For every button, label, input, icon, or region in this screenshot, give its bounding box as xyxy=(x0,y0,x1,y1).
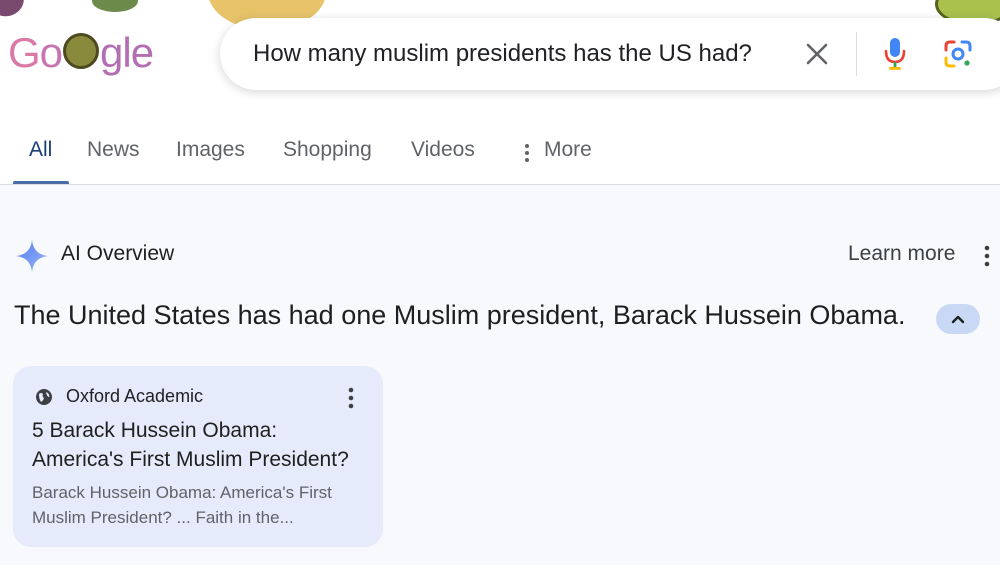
tab-videos[interactable]: Videos xyxy=(411,138,475,162)
source-title[interactable]: 5 Barack Hussein Obama: America's First … xyxy=(32,416,372,474)
ai-overview-header: AI Overview Learn more xyxy=(0,232,1000,276)
doodle-decoration xyxy=(92,0,138,12)
chevron-up-icon xyxy=(951,315,965,324)
mic-icon xyxy=(884,38,906,70)
more-options-icon[interactable] xyxy=(982,244,992,268)
logo-letter: gle xyxy=(100,29,154,76)
top-bar: Go gle How many muslim presidents has the… xyxy=(0,0,1000,110)
tab-news[interactable]: News xyxy=(87,138,140,162)
clear-search-button[interactable] xyxy=(803,40,831,68)
logo-letter: o xyxy=(39,29,63,76)
source-card[interactable]: Oxford Academic 5 Barack Hussein Obama: … xyxy=(13,366,383,547)
more-options-icon[interactable] xyxy=(346,386,356,410)
search-input[interactable]: How many muslim presidents has the US ha… xyxy=(253,40,752,68)
tab-images[interactable]: Images xyxy=(176,138,245,162)
more-vert-icon xyxy=(525,144,529,162)
tab-all[interactable]: All xyxy=(29,138,52,162)
tab-shopping[interactable]: Shopping xyxy=(283,138,372,162)
close-icon xyxy=(806,43,828,65)
search-box[interactable]: How many muslim presidents has the US ha… xyxy=(220,18,1000,90)
source-snippet: Barack Hussein Obama: America's First Mu… xyxy=(32,483,332,527)
tab-more[interactable]: More xyxy=(544,138,592,162)
search-divider xyxy=(856,32,857,76)
search-tabs: All News Images Shopping Videos More xyxy=(0,110,1000,185)
ai-overview-title: AI Overview xyxy=(61,242,175,265)
doodle-decoration xyxy=(0,0,29,21)
google-lens-icon xyxy=(944,40,972,68)
ai-overview-answer: The United States has had one Muslim pre… xyxy=(14,300,906,330)
collapse-sources-button[interactable] xyxy=(936,304,980,334)
globe-icon xyxy=(36,389,52,405)
gemini-sparkle-icon xyxy=(16,240,48,272)
learn-more-link[interactable]: Learn more xyxy=(848,242,955,266)
google-doodle-logo[interactable]: Go gle xyxy=(8,29,154,76)
doodle-o-graphic xyxy=(63,33,100,69)
voice-search-button[interactable] xyxy=(880,36,910,72)
logo-letter: G xyxy=(8,29,41,76)
source-site-name: Oxford Academic xyxy=(66,386,204,406)
tabs-divider xyxy=(0,184,1000,185)
image-search-button[interactable] xyxy=(942,38,974,70)
